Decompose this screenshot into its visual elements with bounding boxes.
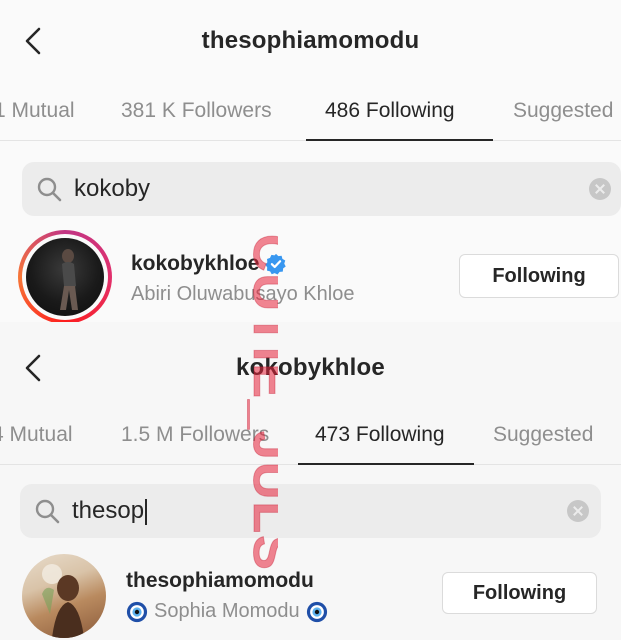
list-item[interactable]: kokobykhloe Abiri Oluwabusayo Khloe Foll… (0, 230, 621, 322)
search-query-text: kokoby (74, 175, 151, 202)
active-tab-indicator (306, 139, 493, 141)
avatar (26, 238, 104, 316)
result-fullname: Abiri Oluwabusayo Khloe (131, 283, 355, 305)
tab-bar: 1 Mutual 381 K Followers 486 Following S… (0, 81, 621, 141)
profile-panel-kokobykhloe: kokobykhloe 4 Mutual 1.5 M Followers 473… (0, 322, 621, 640)
search-input[interactable]: thesop (72, 497, 148, 525)
search-bar[interactable]: kokoby (22, 162, 621, 216)
active-tab-indicator (298, 463, 474, 465)
tab-followers[interactable]: 1.5 M Followers (121, 405, 269, 465)
result-username[interactable]: kokobykhloe (131, 252, 287, 276)
text-cursor (145, 498, 148, 525)
list-item[interactable]: thesophiamomodu Sophia Momodu Following (0, 554, 621, 638)
result-username[interactable]: thesophiamomodu (126, 569, 314, 593)
back-chevron-icon[interactable] (22, 26, 44, 56)
search-query-text: thesop (72, 497, 145, 524)
search-icon (35, 499, 60, 524)
search-icon (37, 177, 62, 202)
tab-mutual[interactable]: 1 Mutual (0, 81, 75, 141)
tab-bar: 4 Mutual 1.5 M Followers 473 Following S… (0, 405, 621, 465)
search-input[interactable]: kokoby (74, 175, 150, 203)
username-text: kokobykhloe (131, 252, 260, 275)
back-chevron-icon[interactable] (22, 353, 44, 383)
verified-badge-icon (265, 253, 287, 275)
result-fullname: Sophia Momodu (126, 600, 328, 623)
tab-following[interactable]: 486 Following (325, 81, 455, 141)
avatar-story-ring[interactable] (18, 230, 112, 322)
tab-suggested[interactable]: Suggested (513, 81, 613, 141)
fullname-text: Sophia Momodu (154, 600, 300, 622)
tab-followers[interactable]: 381 K Followers (121, 81, 272, 141)
profile-panel-thesophiamomodu: thesophiamomodu 1 Mutual 381 K Followers… (0, 0, 621, 322)
nazar-eye-icon (126, 601, 148, 622)
page-title: kokobykhloe (236, 354, 385, 381)
clear-icon[interactable] (567, 500, 589, 522)
clear-icon[interactable] (589, 178, 611, 200)
tab-following[interactable]: 473 Following (315, 405, 445, 465)
avatar[interactable] (22, 554, 106, 638)
header: thesophiamomodu (0, 16, 621, 66)
header: kokobykhloe (0, 343, 621, 393)
following-button[interactable]: Following (459, 254, 619, 298)
search-bar[interactable]: thesop (20, 484, 601, 538)
page-title: thesophiamomodu (201, 27, 420, 54)
tab-suggested[interactable]: Suggested (493, 405, 593, 465)
following-button[interactable]: Following (442, 572, 597, 614)
tab-mutual[interactable]: 4 Mutual (0, 405, 73, 465)
nazar-eye-icon (306, 601, 327, 622)
